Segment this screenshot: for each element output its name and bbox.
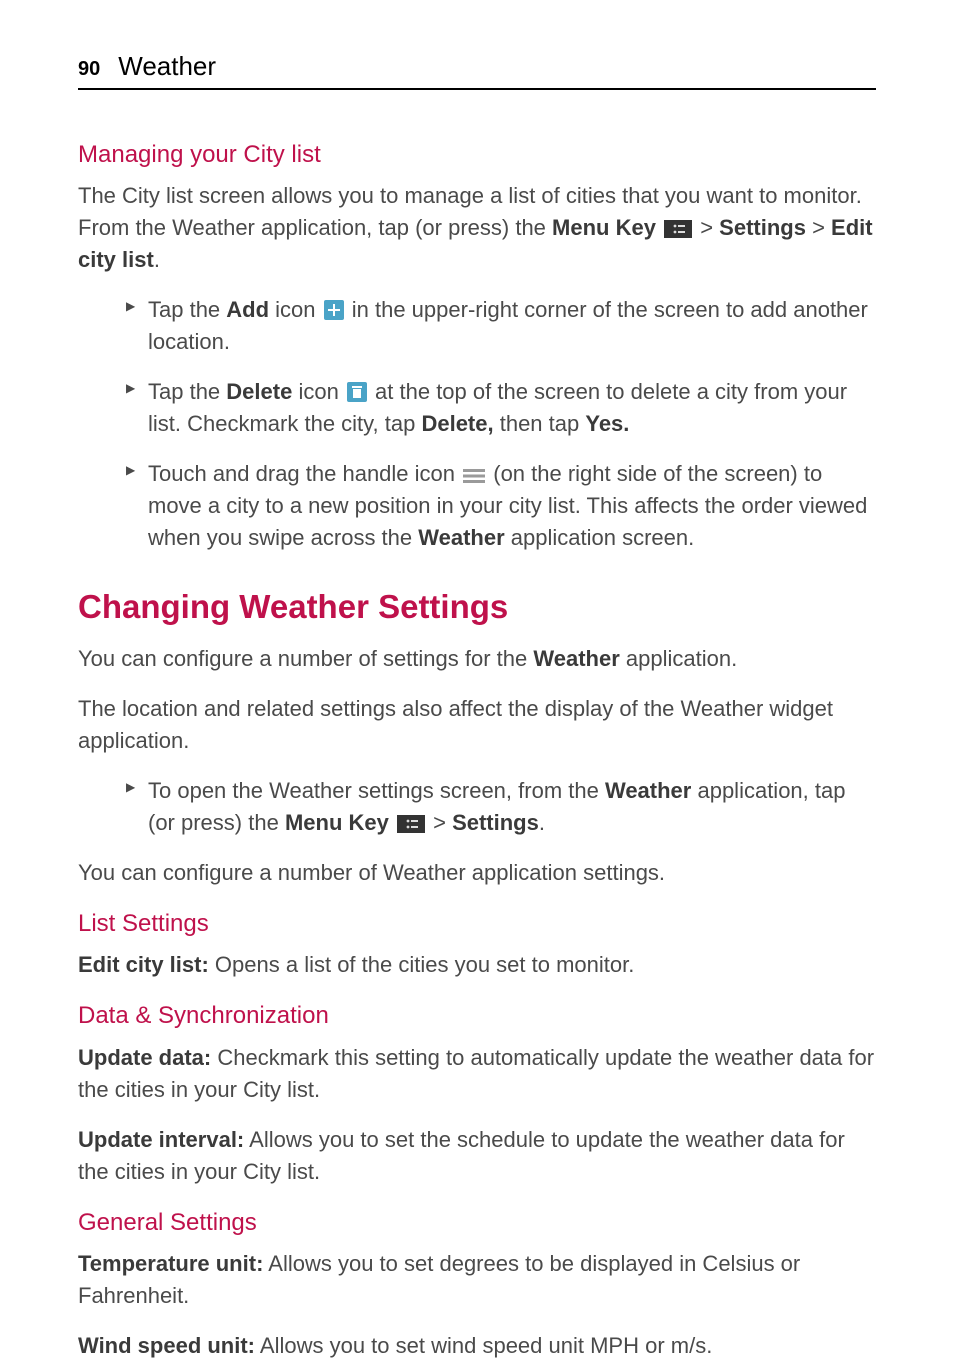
paragraph-update-data: Update data: Checkmark this setting to a… [78,1042,876,1106]
bold-weather: Weather [418,525,504,550]
bold-settings-2: Settings [452,810,539,835]
list-item: Tap the Add icon in the upper-right corn… [126,294,876,358]
text: > [806,215,831,240]
bold-menu-key: Menu Key [552,215,656,240]
bold-update-data: Update data: [78,1045,211,1070]
menu-key-icon [397,815,425,833]
list-item: Tap the Delete icon at the top of the sc… [126,376,876,440]
heading-list-settings: List Settings [78,907,876,942]
text: To open the Weather settings screen, fro… [148,778,605,803]
text: Opens a list of the cities you set to mo… [209,952,635,977]
paragraph-configure: You can configure a number of settings f… [78,643,876,675]
open-settings-steps: To open the Weather settings screen, fro… [78,775,876,839]
running-header: 90 Weather [78,48,876,90]
heading-changing-weather-settings: Changing Weather Settings [78,583,876,631]
text: . [154,247,160,272]
section-title: Weather [118,48,216,86]
menu-key-icon [664,220,692,238]
bold-edit-city-list-2: Edit city list: [78,952,209,977]
paragraph-city-list-intro: The City list screen allows you to manag… [78,180,876,276]
list-item: To open the Weather settings screen, fro… [126,775,876,839]
handle-icon [463,468,485,484]
paragraph-location: The location and related settings also a… [78,693,876,757]
bold-wind-speed-unit: Wind speed unit: [78,1333,255,1358]
list-item: Touch and drag the handle icon (on the r… [126,458,876,554]
paragraph-edit-city-list: Edit city list: Opens a list of the citi… [78,949,876,981]
bold-temperature-unit: Temperature unit: [78,1251,263,1276]
bold-weather-3: Weather [605,778,691,803]
text: Allows you to set wind speed unit MPH or… [255,1333,712,1358]
paragraph-configure-2: You can configure a number of Weather ap… [78,857,876,889]
bold-update-interval: Update interval: [78,1127,244,1152]
heading-managing-city-list: Managing your City list [78,138,876,173]
paragraph-temperature-unit: Temperature unit: Allows you to set degr… [78,1248,876,1312]
page-number: 90 [78,55,100,84]
city-list-steps: Tap the Add icon in the upper-right corn… [78,294,876,553]
bold-menu-key-2: Menu Key [285,810,389,835]
delete-icon [347,382,367,402]
text: Touch and drag the handle icon [148,461,461,486]
manual-page: 90 Weather Managing your City list The C… [0,0,954,1362]
text: You can configure a number of settings f… [78,646,533,671]
text: then tap [494,411,586,436]
text: application screen. [505,525,695,550]
heading-data-sync: Data & Synchronization [78,999,876,1034]
text: application. [620,646,737,671]
text: > [694,215,719,240]
bold-delete: Delete [226,379,292,404]
paragraph-update-interval: Update interval: Allows you to set the s… [78,1124,876,1188]
bold-yes: Yes. [585,411,629,436]
paragraph-wind-speed-unit: Wind speed unit: Allows you to set wind … [78,1330,876,1362]
text: icon [292,379,345,404]
text: Tap the [148,297,226,322]
text: > [427,810,452,835]
bold-delete-2: Delete, [421,411,493,436]
text: . [539,810,545,835]
text: Tap the [148,379,226,404]
text: icon [269,297,322,322]
heading-general-settings: General Settings [78,1206,876,1241]
bold-add: Add [226,297,269,322]
add-icon [324,300,344,320]
bold-settings: Settings [719,215,806,240]
bold-weather-2: Weather [533,646,619,671]
